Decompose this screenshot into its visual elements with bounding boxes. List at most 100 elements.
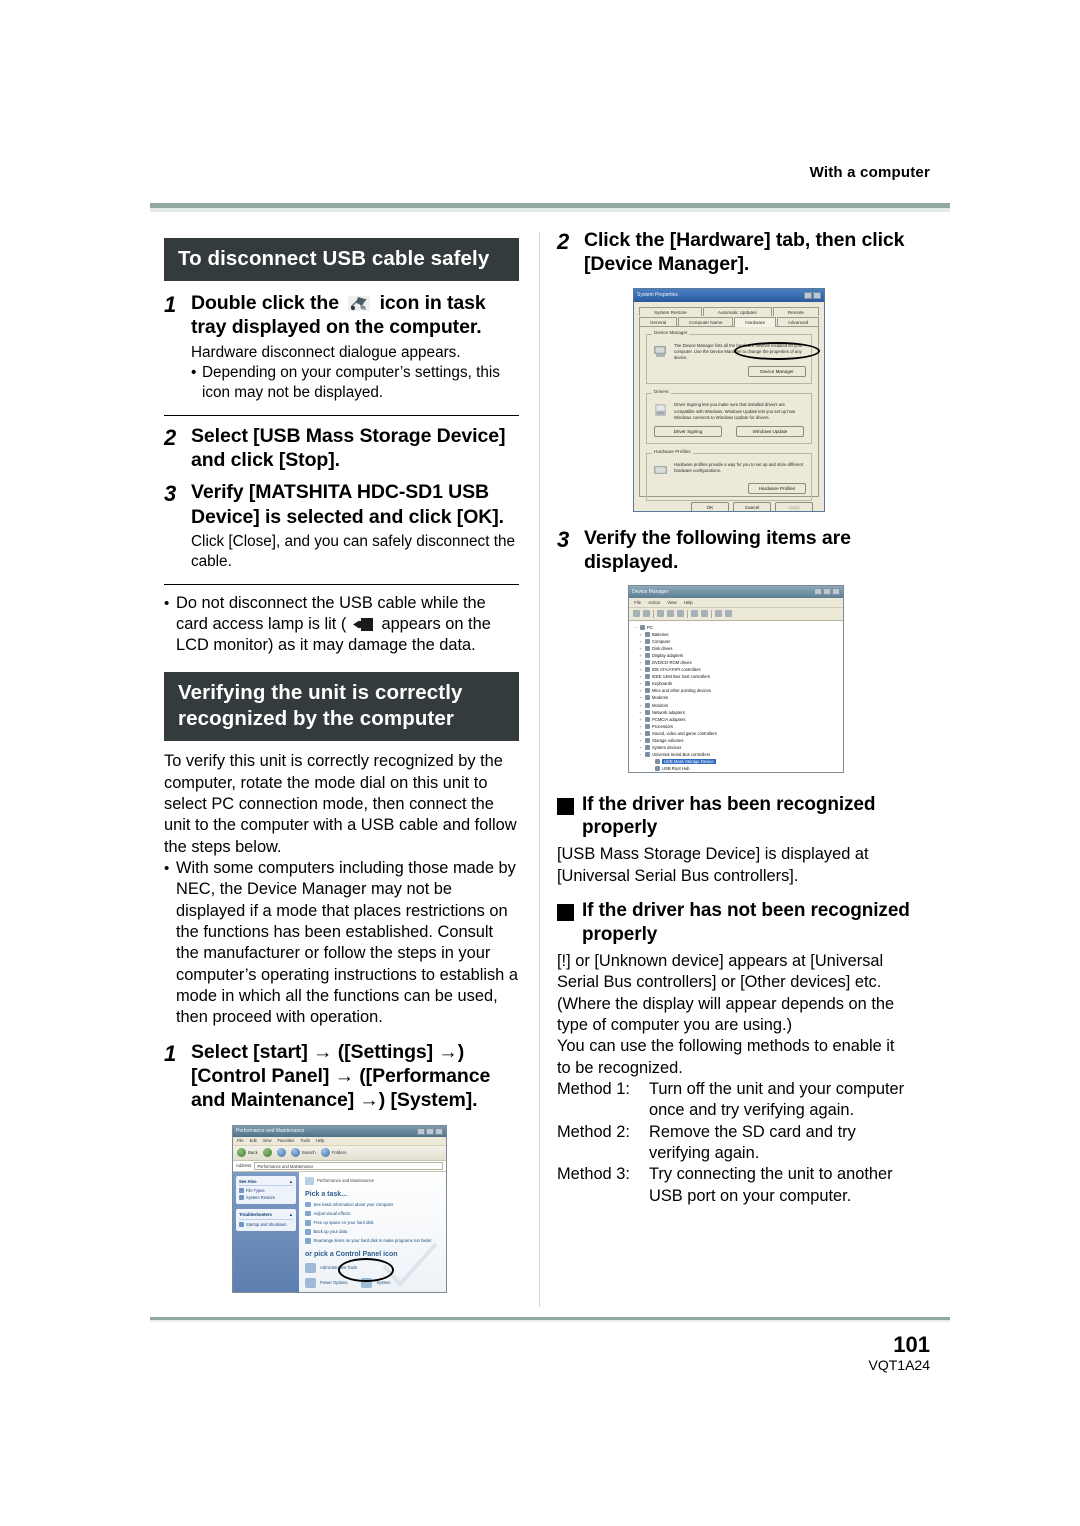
disable-icon[interactable] <box>725 610 732 617</box>
forward-icon[interactable] <box>643 610 650 617</box>
sidebar-item-system-restore[interactable]: System Restore <box>239 1194 293 1200</box>
menu-edit[interactable]: Edit <box>250 1138 257 1143</box>
menu-help[interactable]: Help <box>684 600 693 605</box>
up-icon[interactable] <box>276 1148 286 1158</box>
address-bar[interactable]: Address Performance and Maintenance <box>233 1160 446 1172</box>
tab-system-restore[interactable]: System Restore <box>639 306 702 316</box>
method-label: Method 3: <box>557 1165 630 1184</box>
expander[interactable]: + <box>638 738 643 743</box>
tab-hardware[interactable]: Hardware <box>734 316 776 327</box>
menu-help[interactable]: Help <box>316 1138 324 1143</box>
tree-root[interactable]: − PC <box>633 624 843 631</box>
tree-node[interactable]: + Computer <box>633 638 843 645</box>
tree-node[interactable]: + Mice and other pointing devices <box>633 687 843 694</box>
toolbar[interactable] <box>629 607 843 621</box>
show-hide-tree-icon[interactable] <box>657 610 664 617</box>
tree-node[interactable]: + Modems <box>633 694 843 701</box>
tree-node[interactable]: + System devices <box>633 744 843 751</box>
tree-node[interactable]: + Batteries <box>633 631 843 638</box>
tab-row-2[interactable]: General Computer Name Hardware Advanced <box>639 316 820 327</box>
expander[interactable]: + <box>638 731 643 736</box>
tree-node[interactable]: + Processors <box>633 723 843 730</box>
expander[interactable]: + <box>638 646 643 651</box>
expander[interactable]: + <box>638 703 643 708</box>
menu-view[interactable]: View <box>263 1138 272 1143</box>
tree-node[interactable]: + Disk drives <box>633 645 843 652</box>
device-manager-button[interactable]: Device Manager <box>748 366 806 378</box>
tab-row-1[interactable]: System Restore Automatic Updates Remote <box>639 306 820 316</box>
back-icon[interactable] <box>633 610 640 617</box>
navigation-toolbar[interactable]: Back Search Folders <box>233 1145 446 1161</box>
tree-node[interactable]: + Sound, video and game controllers <box>633 730 843 737</box>
tree-node[interactable]: − Universal Serial Bus controllers <box>633 751 843 758</box>
task-item[interactable]: Back up your data <box>305 1229 440 1235</box>
expander[interactable]: − <box>633 625 638 630</box>
administrative-tools-icon[interactable] <box>305 1262 316 1273</box>
tree-node[interactable]: + PCMCIA adapters <box>633 716 843 723</box>
expander[interactable]: + <box>638 695 643 700</box>
expander[interactable]: + <box>638 674 643 679</box>
tab-automatic-updates[interactable]: Automatic Updates <box>702 306 772 316</box>
tree-node[interactable]: + Network adapters <box>633 709 843 716</box>
tab-general[interactable]: General <box>639 316 677 326</box>
bullet-text: Depending on your computer’s settings, t… <box>202 363 500 402</box>
sidebar-item-startup-shutdown[interactable]: Startup and Shutdown <box>239 1221 293 1227</box>
forward-icon[interactable] <box>262 1148 272 1158</box>
refresh-icon[interactable] <box>677 610 684 617</box>
uninstall-icon[interactable] <box>715 610 722 617</box>
scan-hardware-icon[interactable] <box>701 610 708 617</box>
address-input[interactable]: Performance and Maintenance <box>254 1161 443 1170</box>
menu-action[interactable]: Action <box>648 600 660 605</box>
tree-node[interactable]: + IEEE 1394 Bus host controllers <box>633 673 843 680</box>
sidebar-item-file-types[interactable]: File Types <box>239 1188 293 1194</box>
menubar[interactable]: File Action View Help <box>629 597 843 608</box>
tab-computer-name[interactable]: Computer Name <box>678 316 734 326</box>
menu-file[interactable]: File <box>237 1138 244 1143</box>
expander[interactable]: + <box>638 632 643 637</box>
expander[interactable]: − <box>638 752 643 757</box>
tree-node[interactable]: + DVD/CD-ROM drives <box>633 659 843 666</box>
menubar[interactable]: File Edit View Favorites Tools Help <box>233 1136 446 1146</box>
chevron-up-icon[interactable]: ▲ <box>289 1212 293 1217</box>
tree-node[interactable]: + Storage volumes <box>633 737 843 744</box>
back-button[interactable]: Back <box>237 1148 258 1158</box>
power-options-icon[interactable] <box>305 1277 316 1288</box>
tab-advanced[interactable]: Advanced <box>776 316 820 326</box>
expander[interactable]: + <box>638 745 643 750</box>
system-icon[interactable] <box>361 1277 373 1288</box>
expander[interactable]: + <box>638 660 643 665</box>
tree-node[interactable]: + Monitors <box>633 702 843 709</box>
expander[interactable]: + <box>638 724 643 729</box>
hardware-profiles-button[interactable]: Hardware Profiles <box>748 483 806 495</box>
driver-signing-button[interactable]: Driver Signing <box>654 426 722 438</box>
expander[interactable]: + <box>638 710 643 715</box>
ok-button[interactable]: OK <box>691 501 729 511</box>
tab-remote[interactable]: Remote <box>772 306 820 316</box>
menu-file[interactable]: File <box>634 600 641 605</box>
help-icon[interactable] <box>691 610 698 617</box>
tree-node[interactable]: + IDE ATA/ATAPI controllers <box>633 666 843 673</box>
properties-icon[interactable] <box>667 610 674 617</box>
task-item[interactable]: See basic information about your compute… <box>305 1201 440 1208</box>
menu-tools[interactable]: Tools <box>300 1138 310 1143</box>
search-button[interactable]: Search <box>290 1148 316 1158</box>
menu-view[interactable]: View <box>667 600 676 605</box>
expander[interactable]: + <box>638 717 643 722</box>
chevron-up-icon[interactable]: ▲ <box>289 1179 293 1184</box>
expander[interactable]: + <box>638 681 643 686</box>
task-item[interactable]: Adjust visual effects <box>305 1210 440 1217</box>
folders-button[interactable]: Folders <box>320 1148 346 1158</box>
task-item[interactable]: Free up space on your hard disk <box>305 1220 440 1226</box>
device-tree[interactable]: − PC + Batteries + Computer + Disk drives + Dis… <box>629 620 843 772</box>
menu-favorites[interactable]: Favorites <box>277 1138 294 1143</box>
tree-node[interactable]: + Display adapters <box>633 652 843 659</box>
expander[interactable]: + <box>638 688 643 693</box>
expander[interactable]: + <box>638 639 643 644</box>
tree-node-child[interactable]: USB Root Hub <box>633 765 843 772</box>
windows-update-button[interactable]: Windows Update <box>736 426 804 438</box>
expander[interactable]: + <box>638 653 643 658</box>
expander[interactable]: + <box>638 667 643 672</box>
tree-node-child[interactable]: USB Mass Storage Device <box>633 758 843 765</box>
tree-node[interactable]: + Keyboards <box>633 680 843 687</box>
cancel-button[interactable]: Cancel <box>733 501 771 511</box>
